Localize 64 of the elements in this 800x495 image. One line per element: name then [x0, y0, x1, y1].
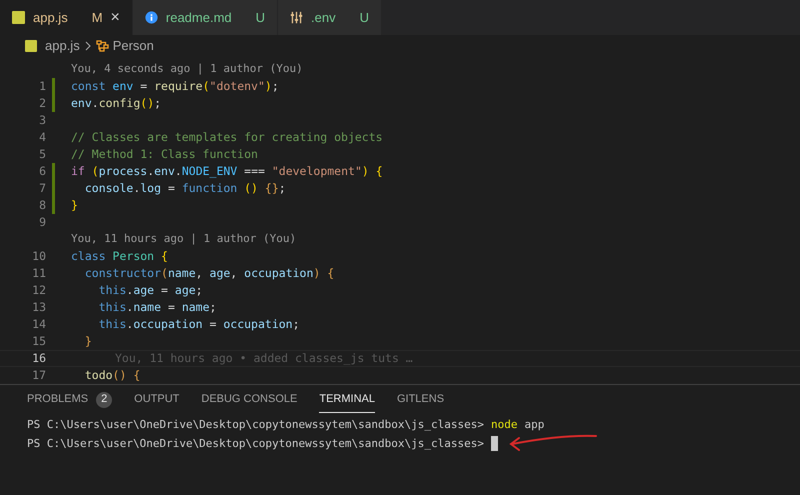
chevron-right-icon	[84, 41, 92, 51]
inline-blame: You, 11 hours ago • added classes_js tuts …	[115, 350, 413, 367]
close-tab-button[interactable]: ×	[110, 10, 120, 26]
breadcrumb-symbol[interactable]: Person	[112, 36, 154, 56]
line-number: 6	[38, 162, 46, 180]
code-line: if (process.env.NODE_ENV === "development") {	[71, 162, 383, 180]
tab-label: .env	[311, 8, 336, 27]
terminal-command: node	[490, 417, 518, 433]
code-line: constructor(name, age, occupation) {	[84, 264, 334, 282]
line-number: 11	[31, 264, 46, 282]
line-number: 8	[38, 196, 46, 214]
terminal-cursor	[490, 436, 498, 450]
line-number: 9	[38, 214, 46, 231]
code-line: console.log = function () {};	[84, 180, 286, 197]
line-number: 17	[31, 366, 46, 384]
file-status: U	[256, 8, 266, 27]
tab-label: app.js	[33, 8, 68, 27]
class-symbol-icon	[96, 40, 109, 52]
code-line: }	[84, 332, 92, 350]
javascript-file-icon	[12, 11, 25, 24]
line-number: 1	[38, 78, 46, 95]
sliders-icon	[290, 11, 304, 24]
terminal-argument: app	[524, 417, 544, 433]
code-line: this.age = age;	[98, 282, 203, 299]
code-line: this.name = name;	[98, 298, 216, 316]
line-number: 5	[38, 146, 46, 163]
javascript-file-icon	[25, 40, 37, 52]
line-number: 15	[31, 332, 46, 350]
line-number: 13	[31, 298, 46, 316]
panel-tab[interactable]: PROBLEMS 2	[27, 385, 112, 413]
file-status: M	[92, 8, 103, 27]
codelens-text[interactable]: You, 11 hours ago | 1 author (You)	[71, 231, 296, 248]
code-line: // Method 1: Class function	[71, 146, 258, 163]
line-number: 16	[31, 350, 46, 367]
arrow-annotation-icon	[508, 433, 598, 453]
code-line: env.config();	[71, 94, 162, 112]
terminal-prompt: PS C:\Users\user\OneDrive\Desktop\copytonewssytem\sandbox\js_classes>	[27, 436, 484, 452]
editor-tab[interactable]: readme.md U	[132, 0, 278, 35]
problems-count-badge: 2	[96, 392, 112, 408]
panel-tab[interactable]: TERMINAL	[319, 385, 375, 413]
line-number: 12	[31, 282, 46, 299]
breadcrumb-file[interactable]: app.js	[45, 36, 80, 56]
line-number: 3	[38, 112, 46, 129]
terminal-prompt: PS C:\Users\user\OneDrive\Desktop\copytonewssytem\sandbox\js_classes>	[27, 417, 484, 433]
code-line: class Person {	[71, 248, 168, 265]
line-number: 7	[38, 180, 46, 197]
line-number: 2	[38, 94, 46, 112]
code-line: this.occupation = occupation;	[98, 316, 300, 333]
info-icon	[144, 11, 158, 24]
code-line: // Classes are templates for creating objects	[71, 128, 383, 146]
panel-tab[interactable]: OUTPUT	[134, 385, 180, 413]
editor-tab[interactable]: .env U	[278, 0, 382, 35]
editor-tab[interactable]: app.js M ×	[0, 0, 133, 35]
file-status: U	[360, 8, 369, 27]
line-number: 10	[31, 248, 46, 265]
panel-tab[interactable]: GITLENS	[396, 385, 444, 413]
tab-label: readme.md	[166, 8, 232, 27]
codelens-text[interactable]: You, 4 seconds ago | 1 author (You)	[71, 61, 303, 78]
code-line: const env = require("dotenv");	[71, 78, 279, 95]
panel-tab[interactable]: DEBUG CONSOLE	[201, 385, 298, 413]
code-line: }	[71, 196, 78, 214]
line-number: 4	[38, 128, 46, 146]
code-line: todo() {	[84, 366, 140, 384]
line-number: 14	[31, 316, 46, 333]
